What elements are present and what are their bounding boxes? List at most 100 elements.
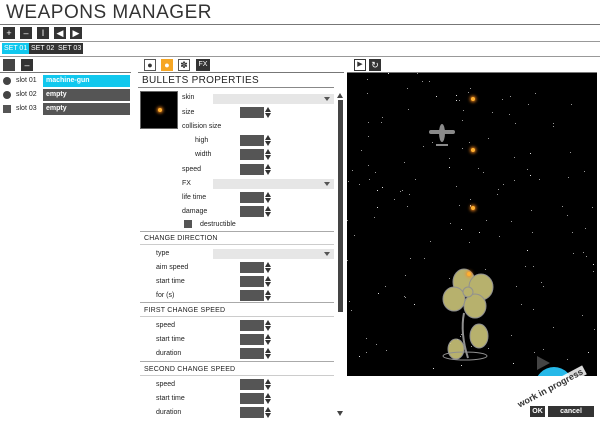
section-divider bbox=[140, 231, 334, 232]
skin-label: skin bbox=[182, 94, 195, 101]
bullet-icon bbox=[471, 206, 475, 210]
first-start-time-stepper[interactable] bbox=[265, 334, 272, 345]
tab-set-03[interactable]: SET 03 bbox=[56, 43, 84, 54]
start-time-stepper[interactable] bbox=[265, 276, 272, 287]
damage-input[interactable] bbox=[240, 206, 264, 217]
arrow-right-icon[interactable]: ▶ bbox=[70, 27, 82, 39]
scroll-down-icon[interactable] bbox=[337, 411, 343, 416]
high-input[interactable] bbox=[240, 135, 264, 146]
second-duration-input[interactable] bbox=[240, 407, 264, 418]
aim-speed-stepper[interactable] bbox=[265, 262, 272, 273]
start-time-label: start time bbox=[156, 278, 185, 285]
width-input[interactable] bbox=[240, 149, 264, 160]
high-label: high bbox=[195, 137, 209, 144]
slot-value-field[interactable]: machine-gun bbox=[43, 75, 130, 87]
fx-label: FX bbox=[182, 180, 191, 187]
play-arrow-icon[interactable] bbox=[537, 356, 550, 370]
slot-trash-icon[interactable]: ‒ bbox=[21, 59, 33, 71]
explosion-icon[interactable]: ✽ bbox=[178, 59, 190, 71]
play-icon[interactable]: ▶ bbox=[354, 59, 366, 71]
first-duration-input[interactable] bbox=[240, 348, 264, 359]
second-speed-input[interactable] bbox=[240, 379, 264, 390]
start-time-input[interactable] bbox=[240, 276, 264, 287]
aim-speed-input[interactable] bbox=[240, 262, 264, 273]
duration-label: duration bbox=[156, 409, 182, 416]
toolbar-divider bbox=[0, 41, 600, 42]
tabs-divider bbox=[0, 56, 600, 57]
speed-label: speed bbox=[156, 322, 176, 329]
damage-stepper[interactable] bbox=[265, 206, 272, 217]
skin-thumbnail[interactable] bbox=[140, 91, 178, 129]
life-time-stepper[interactable] bbox=[265, 192, 272, 203]
trash-icon[interactable]: ‒ bbox=[20, 27, 32, 39]
slot-radio-icon[interactable] bbox=[3, 91, 11, 99]
first-duration-stepper[interactable] bbox=[265, 348, 272, 359]
bulb-icon[interactable]: ● bbox=[144, 59, 156, 71]
chevron-down-icon bbox=[324, 252, 330, 256]
speed-label: speed bbox=[182, 166, 202, 173]
slot-value-field[interactable]: empty bbox=[43, 89, 130, 101]
aim-speed-label: aim speed bbox=[156, 264, 189, 271]
width-stepper[interactable] bbox=[265, 149, 272, 160]
speed-stepper[interactable] bbox=[265, 164, 272, 175]
duration-label: duration bbox=[156, 350, 182, 357]
start-time-label: start time bbox=[156, 336, 185, 343]
bullet-icon bbox=[471, 97, 475, 101]
slot-square-icon[interactable] bbox=[3, 59, 15, 71]
slot-label: slot 02 bbox=[16, 91, 37, 98]
slot-value-field[interactable]: empty bbox=[43, 103, 130, 115]
size-input[interactable] bbox=[240, 107, 264, 118]
destructible-checkbox[interactable] bbox=[184, 220, 192, 228]
arrow-left-icon[interactable]: ◀ bbox=[54, 27, 66, 39]
life-time-input[interactable] bbox=[240, 192, 264, 203]
first-speed-stepper[interactable] bbox=[265, 320, 272, 331]
text-cursor-icon[interactable]: I bbox=[37, 27, 49, 39]
second-change-speed-header: SECOND CHANGE SPEED bbox=[144, 366, 236, 373]
chevron-down-icon bbox=[324, 97, 330, 101]
scrollbar-thumb[interactable] bbox=[338, 100, 343, 312]
speed-input[interactable] bbox=[240, 164, 264, 175]
section-divider bbox=[140, 361, 334, 362]
start-time-label: start time bbox=[156, 395, 185, 402]
second-duration-stepper[interactable] bbox=[265, 407, 272, 418]
for-s-stepper[interactable] bbox=[265, 290, 272, 301]
type-select[interactable] bbox=[213, 249, 334, 259]
slots-divider bbox=[0, 72, 131, 73]
damage-label: damage bbox=[182, 208, 208, 215]
skin-select[interactable] bbox=[213, 94, 334, 104]
first-start-time-input[interactable] bbox=[240, 334, 264, 345]
app-title: WEAPONS MANAGER bbox=[6, 2, 212, 23]
size-stepper[interactable] bbox=[265, 107, 272, 118]
ok-button[interactable]: OK bbox=[530, 406, 545, 417]
collision-size-label: collision size bbox=[182, 123, 222, 130]
size-label: size bbox=[182, 109, 195, 116]
bullet-pattern-flower bbox=[442, 268, 494, 361]
scroll-up-icon[interactable] bbox=[337, 93, 343, 98]
reload-icon[interactable]: ↻ bbox=[369, 59, 381, 71]
slot-radio-icon[interactable] bbox=[3, 77, 11, 85]
cancel-button[interactable]: cancel bbox=[548, 406, 594, 417]
slot-checkbox-icon[interactable] bbox=[3, 105, 11, 113]
second-start-time-stepper[interactable] bbox=[265, 393, 272, 404]
add-icon[interactable]: + bbox=[3, 27, 15, 39]
preview-canvas[interactable] bbox=[347, 73, 597, 376]
fx-select[interactable] bbox=[213, 179, 334, 189]
for-s-input[interactable] bbox=[240, 290, 264, 301]
change-direction-header: CHANGE DIRECTION bbox=[144, 235, 218, 242]
props-divider bbox=[138, 72, 344, 73]
second-speed-stepper[interactable] bbox=[265, 379, 272, 390]
destructible-label: destructible bbox=[200, 221, 236, 228]
second-start-time-input[interactable] bbox=[240, 393, 264, 404]
tab-set-01[interactable]: SET 01 bbox=[2, 43, 30, 54]
bullets-properties-header: BULLETS PROPERTIES bbox=[142, 75, 259, 86]
fx-tab-button[interactable]: FX bbox=[196, 59, 210, 71]
section-divider bbox=[140, 244, 334, 245]
high-stepper[interactable] bbox=[265, 135, 272, 146]
bullet-icon[interactable]: ● bbox=[161, 59, 173, 71]
first-speed-input[interactable] bbox=[240, 320, 264, 331]
tab-set-02[interactable]: SET 02 bbox=[29, 43, 57, 54]
section-divider bbox=[140, 375, 334, 376]
props-header-divider bbox=[138, 87, 334, 88]
plane-icon bbox=[429, 124, 455, 146]
chevron-down-icon bbox=[324, 182, 330, 186]
